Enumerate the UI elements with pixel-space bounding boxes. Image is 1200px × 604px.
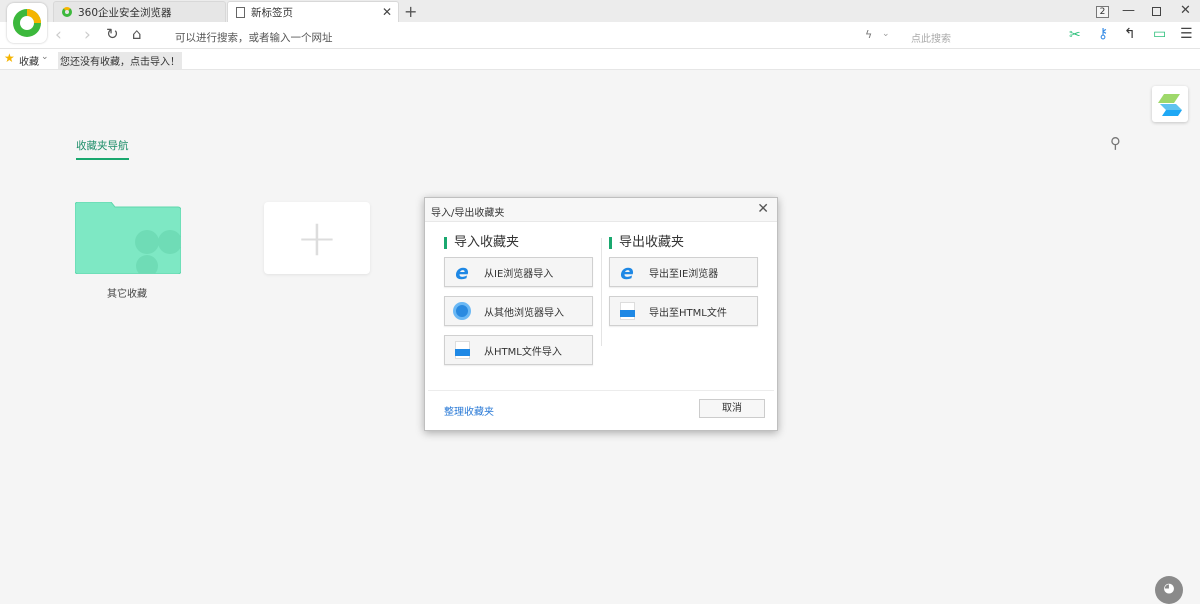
add-folder-button[interactable]: +	[264, 202, 370, 274]
import-from-html-button[interactable]: 从HTML文件导入	[444, 335, 593, 365]
home-icon[interactable]: ⌂	[132, 27, 142, 42]
minimize-button[interactable]: —	[1122, 3, 1135, 18]
manage-bookmarks-link[interactable]: 整理收藏夹	[444, 403, 494, 418]
tab-count-badge[interactable]: 2	[1096, 6, 1109, 18]
footer-divider	[428, 390, 774, 391]
forward-icon[interactable]: ›	[84, 27, 91, 44]
tab-label: 360企业安全浏览器	[78, 6, 172, 19]
import-hint-button[interactable]: 您还没有收藏，点击导入！	[58, 52, 182, 69]
export-heading: 导出收藏夹	[609, 236, 684, 249]
tab-bookmarks-nav[interactable]: 收藏夹导航	[76, 138, 129, 160]
tab-new-tab[interactable]: 新标签页 ✕	[227, 1, 399, 22]
close-tab-icon[interactable]: ✕	[382, 5, 392, 19]
scissors-icon[interactable]: ✂	[1069, 28, 1081, 42]
import-from-other-browser-button[interactable]: 从其他浏览器导入	[444, 296, 593, 326]
close-window-button[interactable]: ✕	[1180, 3, 1191, 18]
app-logo-icon	[1158, 94, 1182, 116]
import-export-dialog: 导入/导出收藏夹 ✕ 导入收藏夹 导出收藏夹 e 从IE浏览器导入 从其他浏览器导…	[424, 197, 778, 431]
address-input[interactable]: 可以进行搜索，或者输入一个网址	[175, 30, 333, 45]
close-dialog-icon[interactable]: ✕	[757, 201, 769, 217]
lightning-icon[interactable]: ϟ	[865, 29, 872, 40]
dialog-title: 导入/导出收藏夹	[431, 208, 505, 219]
cancel-button[interactable]: 取消	[699, 399, 765, 418]
key-icon[interactable]: ⚷	[1098, 27, 1108, 41]
ie-icon: e	[455, 260, 469, 284]
import-from-ie-button[interactable]: e 从IE浏览器导入	[444, 257, 593, 287]
column-divider	[601, 238, 602, 346]
folder-label: 其它收藏	[107, 289, 147, 300]
folder-icon	[74, 201, 182, 277]
import-heading: 导入收藏夹	[444, 236, 519, 249]
button-label: 从IE浏览器导入	[484, 268, 554, 280]
new-tab-button[interactable]: +	[404, 2, 417, 21]
menu-icon[interactable]: ☰	[1180, 27, 1193, 41]
page-icon	[236, 6, 245, 18]
ie-icon: e	[620, 260, 634, 284]
export-to-ie-button[interactable]: e 导出至IE浏览器	[609, 257, 758, 287]
address-toolbar: ‹ › ↻ ⌂ 可以进行搜索，或者输入一个网址 ϟ ⌄ 点此搜索 ✂ ⚷ ↰ ▭…	[0, 22, 1200, 49]
chevron-down-icon[interactable]: ⌄	[882, 30, 890, 39]
star-icon: ★	[4, 51, 15, 65]
browser-logo[interactable]	[7, 3, 47, 43]
tab-label: 新标签页	[251, 6, 293, 19]
bookmarks-bar: ★ 收藏 ⌄ 您还没有收藏，点击导入！	[0, 49, 1200, 70]
bookmarks-menu[interactable]: 收藏	[19, 53, 39, 68]
sidebar-app-icon[interactable]	[1152, 86, 1188, 122]
tab-360-browser[interactable]: 360企业安全浏览器	[53, 1, 226, 22]
button-label: 导出至HTML文件	[649, 307, 727, 319]
button-label: 导出至IE浏览器	[649, 268, 719, 280]
export-to-html-button[interactable]: 导出至HTML文件	[609, 296, 758, 326]
palette-icon: ◕	[1163, 581, 1175, 596]
button-label: 从HTML文件导入	[484, 346, 562, 358]
browser-logo-icon	[13, 9, 41, 37]
browser-logo-icon	[62, 7, 72, 17]
chevron-down-icon[interactable]: ⌄	[41, 52, 49, 62]
undo-icon[interactable]: ↰	[1124, 27, 1136, 41]
search-input[interactable]: 点此搜索	[911, 30, 951, 45]
html-file-icon	[452, 340, 472, 360]
search-icon[interactable]: ⚲	[1110, 134, 1121, 152]
chat-icon[interactable]: ▭	[1153, 27, 1166, 41]
restore-button[interactable]	[1152, 7, 1161, 16]
reload-icon[interactable]: ↻	[106, 27, 119, 42]
html-file-icon	[617, 301, 637, 321]
globe-icon	[452, 301, 472, 321]
dialog-title-bar: 导入/导出收藏夹 ✕	[425, 198, 777, 222]
back-icon[interactable]: ‹	[55, 27, 62, 44]
plus-icon: +	[296, 209, 338, 267]
button-label: 从其他浏览器导入	[484, 307, 564, 319]
folder-other-bookmarks[interactable]	[74, 201, 182, 277]
